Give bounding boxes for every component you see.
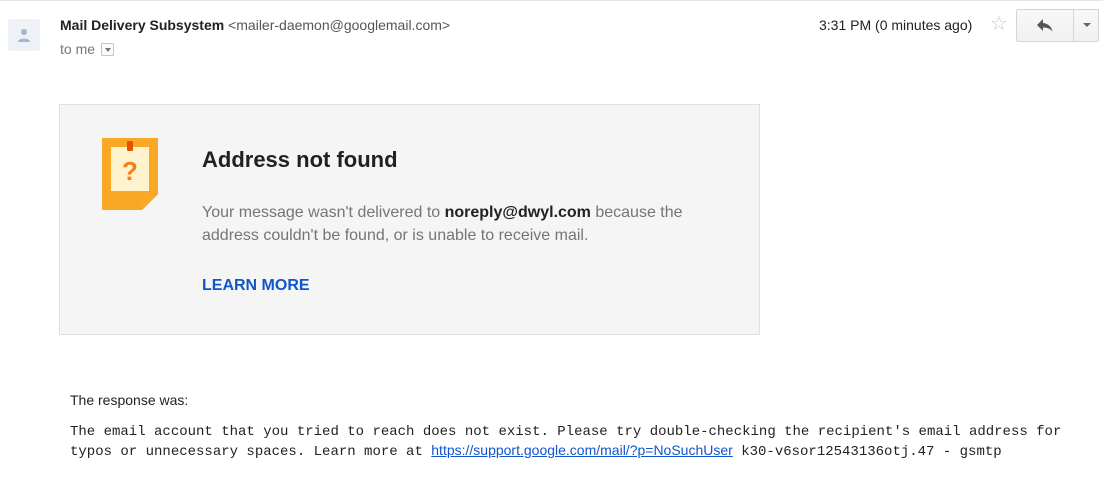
star-icon[interactable]: ☆ xyxy=(990,14,1008,34)
undelivered-address: noreply@dwyl.com xyxy=(444,204,591,221)
learn-more-link[interactable]: LEARN MORE xyxy=(202,277,310,295)
more-options-button[interactable] xyxy=(1073,10,1099,41)
reply-arrow-icon xyxy=(1037,19,1053,32)
reply-button[interactable] xyxy=(1017,10,1073,41)
header-divider xyxy=(0,0,1103,1)
recipient-line: to me xyxy=(60,41,115,57)
reply-action-group xyxy=(1016,9,1099,42)
sender-name[interactable]: Mail Delivery Subsystem xyxy=(60,17,224,33)
question-note-icon: ? xyxy=(102,138,158,210)
bounce-notice-card: ? Address not found Your message wasn't … xyxy=(59,104,760,335)
sender-avatar[interactable] xyxy=(8,19,40,51)
recipient-text: to me xyxy=(60,41,96,57)
support-link[interactable]: https://support.google.com/mail/?p=NoSuc… xyxy=(431,442,733,458)
svg-text:?: ? xyxy=(122,156,138,186)
response-label: The response was: xyxy=(70,392,189,408)
message-time: 3:31 PM (0 minutes ago) xyxy=(819,17,973,33)
sender-email: <mailer-daemon@googlemail.com> xyxy=(228,17,451,33)
response-text: The email account that you tried to reac… xyxy=(70,423,1070,461)
show-details-dropdown[interactable] xyxy=(101,43,115,56)
person-icon xyxy=(18,29,30,42)
card-body: Your message wasn't delivered to noreply… xyxy=(202,201,742,247)
card-title: Address not found xyxy=(202,147,398,172)
response-text-after: k30-v6sor12543136otj.47 - gsmtp xyxy=(732,444,1002,460)
card-body-prefix: Your message wasn't delivered to xyxy=(202,204,445,221)
sender-line: Mail Delivery Subsystem <mailer-daemon@g… xyxy=(60,17,450,33)
